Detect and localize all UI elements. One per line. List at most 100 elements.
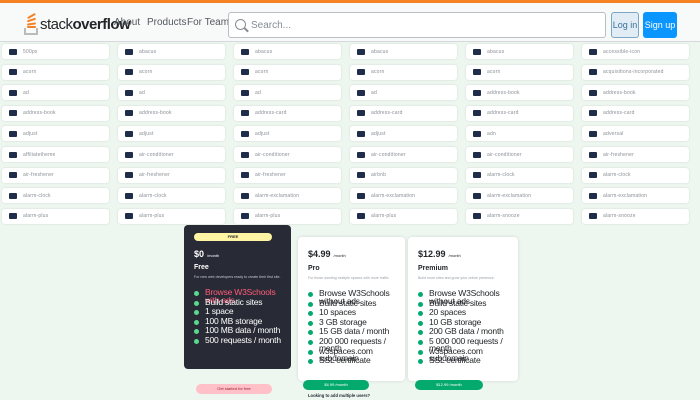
icon-grid-cell[interactable]: air-conditioner: [118, 147, 225, 162]
icon-grid-cell[interactable]: adjust: [118, 126, 225, 142]
icon-grid-cell[interactable]: address-book: [2, 105, 109, 121]
icon-grid-cell[interactable]: adn: [466, 126, 573, 142]
nav-link-for-teams[interactable]: For Teams: [187, 17, 234, 28]
icon-grid-label: alarm-clock: [487, 172, 515, 179]
icon-grid-cell[interactable]: alarm-snooze: [466, 208, 573, 224]
icon-grid-label: alarm-snooze: [487, 213, 520, 220]
icon-grid-cell[interactable]: abacus: [466, 44, 573, 59]
icon-grid-label: acorn: [139, 69, 153, 76]
search-box[interactable]: [228, 12, 606, 38]
icon-grid-cell[interactable]: air-freshener: [234, 167, 341, 183]
icon-grid-cell[interactable]: adversal: [582, 126, 689, 142]
feature-list: Browse W3Schools without ads Build stati…: [418, 289, 510, 367]
check-icon: [194, 300, 199, 306]
icon-grid-cell[interactable]: address-book: [466, 85, 573, 101]
grid-glyph-icon: [241, 172, 249, 179]
grid-glyph-icon: [357, 192, 365, 199]
icon-grid-cell[interactable]: affiliatetheme: [2, 147, 109, 162]
icon-grid-cell[interactable]: airbnb: [350, 167, 457, 183]
icon-grid-cell[interactable]: abacus: [234, 44, 341, 59]
icon-grid-cell[interactable]: accessible-icon: [582, 44, 689, 59]
icon-grid-cell[interactable]: acorn: [234, 64, 341, 80]
icon-grid-cell[interactable]: alarm-exclamation: [466, 188, 573, 204]
icon-grid-cell[interactable]: address-book: [582, 85, 689, 101]
icon-grid-cell[interactable]: adjust: [2, 126, 109, 142]
icon-grid-cell[interactable]: abacus: [350, 44, 457, 59]
check-icon: [418, 320, 423, 326]
grid-glyph-icon: [357, 151, 365, 158]
grid-glyph-icon: [241, 69, 249, 76]
grid-glyph-icon: [241, 151, 249, 158]
icon-grid-cell[interactable]: alarm-clock: [118, 188, 225, 204]
icon-grid-cell[interactable]: air-freshener: [118, 167, 225, 183]
check-icon: [418, 349, 423, 355]
icon-grid-cell[interactable]: acquisitions-incorporated: [582, 64, 689, 80]
icon-grid-cell[interactable]: ad: [234, 85, 341, 101]
icon-grid-cell[interactable]: air-freshener: [2, 167, 109, 183]
icon-grid-label: alarm-plus: [23, 213, 49, 220]
icon-grid-cell[interactable]: air-conditioner: [234, 147, 341, 162]
icon-grid-cell[interactable]: acorn: [350, 64, 457, 80]
icon-grid-cell[interactable]: abacus: [118, 44, 225, 59]
icon-grid-cell[interactable]: adjust: [234, 126, 341, 142]
icon-grid-cell[interactable]: alarm-plus: [2, 208, 109, 224]
icon-grid-cell[interactable]: address-card: [234, 105, 341, 121]
icon-grid-cell[interactable]: adjust: [350, 126, 457, 142]
plan-description: For those wanting multiple spaces with m…: [308, 276, 389, 280]
icon-grid-label: adversal: [603, 130, 624, 137]
icon-grid-cell[interactable]: alarm-clock: [2, 188, 109, 204]
icon-grid-label: adjust: [139, 130, 154, 137]
icon-grid-cell[interactable]: air-freshener: [582, 147, 689, 162]
check-icon: [418, 301, 423, 307]
icon-grid-cell[interactable]: address-card: [582, 105, 689, 121]
icon-grid-cell[interactable]: acorn: [2, 64, 109, 80]
icon-grid-cell[interactable]: alarm-clock: [466, 167, 573, 183]
icon-grid-cell[interactable]: alarm-plus: [118, 208, 225, 224]
pro-plan-button[interactable]: $4.99 /month: [303, 380, 369, 390]
icon-grid-cell[interactable]: address-card: [350, 105, 457, 121]
icon-grid-cell[interactable]: address-book: [118, 105, 225, 121]
icon-grid-cell[interactable]: acorn: [118, 64, 225, 80]
icon-grid-label: alarm-plus: [371, 213, 397, 220]
icon-grid-label: air-freshener: [603, 151, 634, 158]
icon-grid-cell[interactable]: alarm-exclamation: [582, 188, 689, 204]
icon-grid-label: adjust: [255, 130, 270, 137]
icon-grid-cell[interactable]: ad: [2, 85, 109, 101]
grid-glyph-icon: [125, 151, 133, 158]
icon-grid-cell[interactable]: ad: [118, 85, 225, 101]
icon-grid-cell[interactable]: alarm-clock: [582, 167, 689, 183]
icon-grid-label: air-conditioner: [487, 151, 522, 158]
icon-grid-label: accessible-icon: [603, 48, 641, 55]
icon-grid-cell[interactable]: air-conditioner: [350, 147, 457, 162]
feature-list: Browse W3Schools with ads Build static s…: [194, 288, 286, 347]
icon-grid-cell[interactable]: acorn: [466, 64, 573, 80]
check-icon: [308, 311, 313, 317]
login-button[interactable]: Log in: [611, 12, 639, 38]
grid-glyph-icon: [473, 110, 481, 117]
icon-grid-label: address-book: [23, 110, 56, 117]
plan-name: Pro: [308, 265, 320, 272]
signup-button[interactable]: Sign up: [643, 12, 677, 38]
grid-glyph-icon: [241, 110, 249, 117]
grid-glyph-icon: [125, 130, 133, 137]
grid-glyph-icon: [9, 151, 17, 158]
icon-grid-label: ad: [255, 89, 261, 96]
premium-plan-button[interactable]: $12.99 /month: [415, 380, 483, 390]
icon-grid-cell[interactable]: alarm-plus: [350, 208, 457, 224]
icon-grid-cell[interactable]: air-conditioner: [466, 147, 573, 162]
get-started-free-button[interactable]: Get started for free: [196, 384, 272, 394]
icon-grid-cell[interactable]: 500px: [2, 44, 109, 59]
grid-glyph-icon: [357, 213, 365, 220]
icon-grid-cell[interactable]: ad: [350, 85, 457, 101]
icon-grid-cell[interactable]: alarm-exclamation: [350, 188, 457, 204]
icon-grid-cell[interactable]: address-card: [466, 105, 573, 121]
icon-grid-cell[interactable]: alarm-snooze: [582, 208, 689, 224]
icon-grid-label: air-freshener: [139, 172, 170, 179]
nav-link-products[interactable]: Products: [147, 17, 186, 28]
icon-grid-cell[interactable]: alarm-exclamation: [234, 188, 341, 204]
feature-list: Browse W3Schools without ads Build stati…: [308, 289, 400, 367]
check-icon: [308, 320, 313, 326]
nav-link-about[interactable]: About: [114, 17, 140, 28]
search-input[interactable]: [251, 16, 591, 34]
icon-grid-cell[interactable]: alarm-plus: [234, 208, 341, 224]
